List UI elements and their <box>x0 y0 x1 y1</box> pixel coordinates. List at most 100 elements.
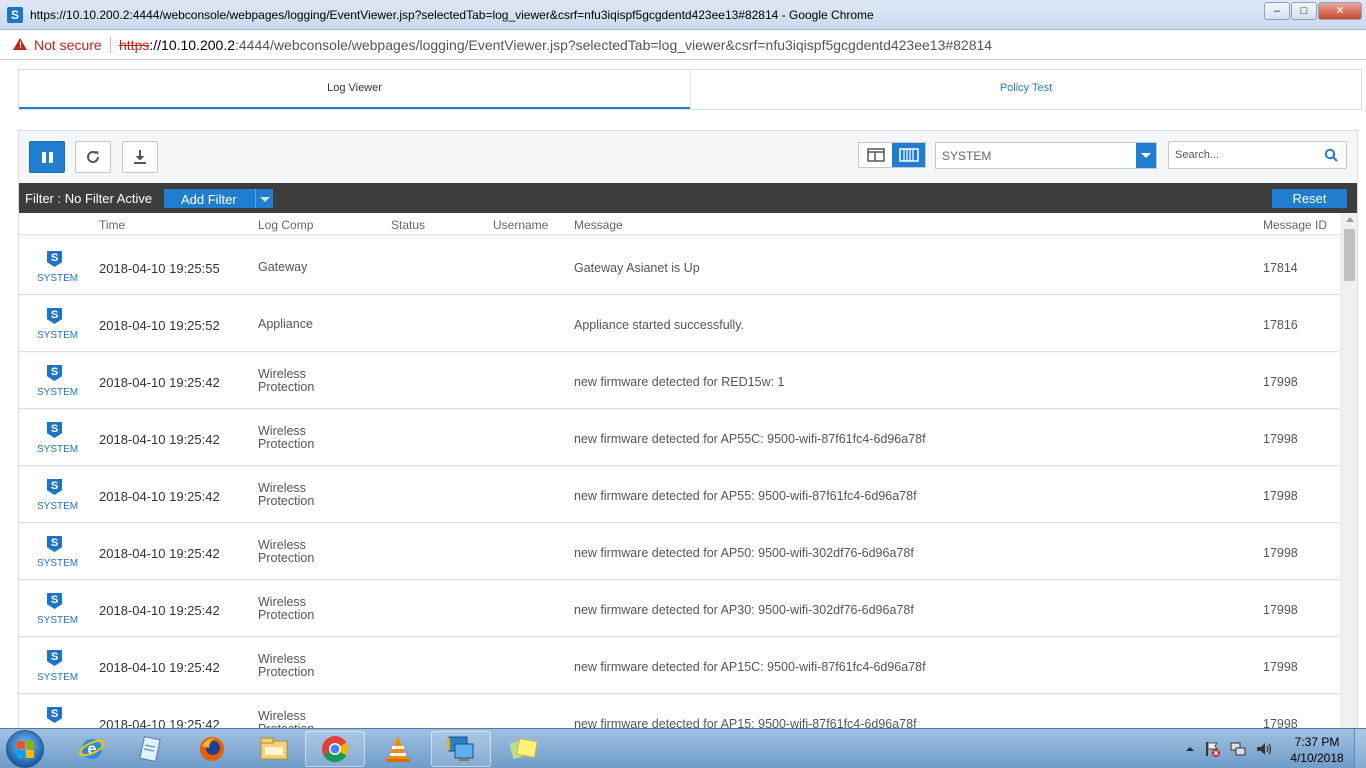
remote-desktop-icon <box>447 736 474 761</box>
table-row[interactable]: SSYSTEM2018-04-10 19:25:42WirelessProtec… <box>19 467 1339 523</box>
time-cell: 2018-04-10 19:25:42 <box>99 375 220 390</box>
column-view-button[interactable] <box>892 143 925 167</box>
search-icon[interactable] <box>1324 148 1338 162</box>
log-type-select[interactable]: SYSTEM <box>935 142 1157 169</box>
table-row[interactable]: S SYSTEM 2018-04-10 19:25:55 Gateway Gateway… <box>19 239 1339 295</box>
taskbar: e 7:37 PM 4/10/2018 <box>0 728 1366 768</box>
tray-expand-icon[interactable] <box>1185 744 1195 754</box>
chevron-down-icon[interactable] <box>255 189 273 208</box>
table-row[interactable]: SSYSTEM2018-04-10 19:25:42WirelessProtec… <box>19 695 1339 730</box>
taskbar-firefox[interactable] <box>182 731 242 767</box>
taskbar-file-explorer[interactable] <box>244 731 304 767</box>
system-shield-icon: S <box>47 422 62 438</box>
time-cell: 2018-04-10 19:25:42 <box>99 603 220 618</box>
taskbar-vlc[interactable] <box>368 731 428 767</box>
internet-explorer-icon: e <box>79 739 105 759</box>
clock-date: 4/10/2018 <box>1290 751 1344 765</box>
column-header-status[interactable]: Status <box>391 218 425 232</box>
network-icon[interactable] <box>1229 740 1247 758</box>
taskbar-sticky-notes[interactable] <box>493 731 553 767</box>
system-shield-icon: S <box>47 251 62 267</box>
filter-status: Filter : No Filter Active <box>25 191 153 206</box>
security-indicator[interactable]: Not secure <box>34 37 102 53</box>
file-explorer-icon <box>260 737 288 760</box>
log-comp-line: Protection <box>258 608 315 622</box>
message-cell: new firmware detected for AP30: 9500-wif… <box>574 603 914 617</box>
log-type-value: SYSTEM <box>942 149 992 163</box>
action-center-flag-icon[interactable] <box>1203 740 1221 758</box>
time-cell: 2018-04-10 19:25:42 <box>99 489 220 504</box>
add-filter-label: Add Filter <box>181 192 237 207</box>
pause-button[interactable] <box>29 141 65 173</box>
clock[interactable]: 7:37 PM 4/10/2018 <box>1282 734 1352 766</box>
log-comp-cell: Gateway <box>258 260 308 274</box>
message-cell: new firmware detected for AP55: 9500-wif… <box>574 489 917 503</box>
column-header-time[interactable]: Time <box>99 218 125 232</box>
maximize-button[interactable]: □ <box>1291 2 1317 20</box>
time-cell: 2018-04-10 19:25:42 <box>99 660 220 675</box>
log-comp-cell: Wireless Protection <box>258 368 348 394</box>
log-comp-line: Protection <box>258 437 315 451</box>
scrollbar-thumb[interactable] <box>1344 229 1355 281</box>
url-host: ://10.10.200.2 <box>149 37 235 53</box>
taskbar-remote-desktop[interactable] <box>431 731 491 767</box>
vertical-scrollbar[interactable] <box>1341 213 1357 729</box>
system-tray <box>1185 729 1273 768</box>
table-row[interactable]: SSYSTEM2018-04-10 19:25:42WirelessProtec… <box>19 410 1339 466</box>
column-header-log-comp[interactable]: Log Comp <box>258 218 313 232</box>
table-row[interactable]: S SYSTEM 2018-04-10 19:25:52 Appliance Appli… <box>19 296 1339 352</box>
log-comp-cell: Appliance <box>258 317 313 331</box>
log-comp-line: Protection <box>258 551 315 565</box>
volume-icon[interactable] <box>1255 740 1273 758</box>
close-button[interactable]: ✕ <box>1318 2 1362 20</box>
column-header-username[interactable]: Username <box>493 218 548 232</box>
table-row[interactable]: SSYSTEM2018-04-10 19:25:42WirelessProtec… <box>19 638 1339 694</box>
minimize-button[interactable]: – <box>1264 2 1290 20</box>
search-input[interactable] <box>1175 147 1315 163</box>
pause-icon <box>41 151 53 163</box>
message-cell: Appliance started successfully. <box>574 318 744 332</box>
log-type-label: SYSTEM <box>37 444 79 455</box>
clock-time: 7:37 PM <box>1294 735 1340 749</box>
taskbar-chrome[interactable] <box>305 731 365 767</box>
add-filter-button[interactable]: Add Filter <box>164 189 273 208</box>
system-shield-icon: S <box>47 650 62 666</box>
windows-logo-icon <box>17 741 34 758</box>
taskbar-internet-explorer[interactable]: e <box>62 731 122 767</box>
address-bar[interactable]: ! Not secure https://10.10.200.2:4444/we… <box>0 30 1366 60</box>
download-button[interactable] <box>122 141 158 173</box>
message-id-cell: 17814 <box>1263 261 1298 275</box>
column-header-message[interactable]: Message <box>574 218 623 232</box>
table-row[interactable]: SSYSTEM2018-04-10 19:25:42WirelessProtec… <box>19 353 1339 409</box>
scroll-up-icon[interactable] <box>1346 217 1354 222</box>
start-button[interactable] <box>6 730 44 768</box>
split-view-button[interactable] <box>859 143 892 167</box>
table-row[interactable]: SSYSTEM2018-04-10 19:25:42WirelessProtec… <box>19 581 1339 637</box>
log-type-label: SYSTEM <box>37 558 79 569</box>
taskbar-notepad[interactable] <box>120 731 180 767</box>
log-comp-cell: Wireless Protection <box>258 710 348 730</box>
system-shield-icon: S <box>47 536 62 552</box>
log-comp-cell: Wireless Protection <box>258 596 348 622</box>
tab-log-viewer[interactable]: Log Viewer <box>19 70 690 109</box>
table-row[interactable]: SSYSTEM2018-04-10 19:25:42WirelessProtec… <box>19 524 1339 580</box>
url-text[interactable]: https://10.10.200.2:4444/webconsole/webp… <box>119 37 992 53</box>
time-cell: 2018-04-10 19:25:42 <box>99 546 220 561</box>
chevron-down-icon[interactable] <box>1136 143 1156 168</box>
column-header-message-id[interactable]: Message ID <box>1263 218 1327 232</box>
log-comp-cell: Wireless Protection <box>258 653 348 679</box>
reset-button[interactable]: Reset <box>1272 189 1347 208</box>
message-id-cell: 17998 <box>1263 375 1298 389</box>
vlc-icon <box>386 736 410 762</box>
refresh-icon <box>87 150 99 163</box>
search-box[interactable] <box>1168 141 1347 169</box>
tab-policy-test[interactable]: Policy Test <box>690 70 1361 109</box>
system-shield-icon: S <box>47 479 62 495</box>
message-cell: new firmware detected for RED15w: 1 <box>574 375 785 389</box>
message-cell: new firmware detected for AP55C: 9500-wi… <box>574 432 926 446</box>
message-cell: Gateway Asianet is Up <box>574 261 700 275</box>
message-cell: new firmware detected for AP15C: 9500-wi… <box>574 660 926 674</box>
refresh-button[interactable] <box>75 141 111 173</box>
message-id-cell: 17998 <box>1263 489 1298 503</box>
show-desktop-button[interactable] <box>1354 729 1366 768</box>
